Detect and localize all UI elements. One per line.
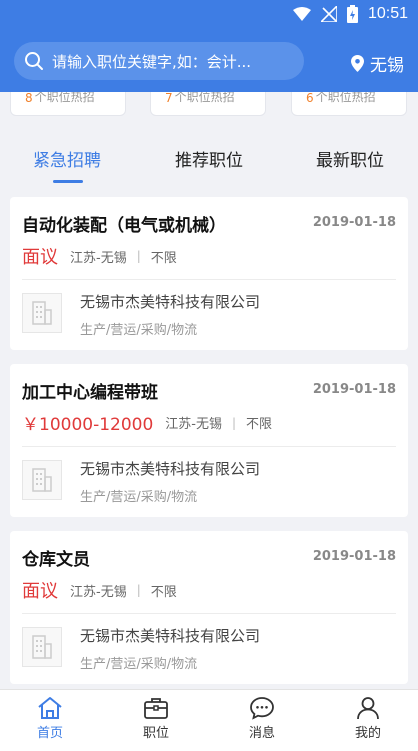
nav-messages[interactable]: 消息 (232, 696, 292, 741)
job-requirement: 不限 (150, 250, 177, 266)
bottom-nav: 首页 职位 消息 我的 (0, 689, 418, 751)
job-title: 加工中心编程带班 (22, 383, 158, 403)
building-icon (32, 301, 52, 325)
job-meta: ￥10000-12000 江苏-无锡 | 不限 (22, 410, 272, 435)
tab-urgent[interactable]: 紧急招聘 (33, 146, 101, 171)
nav-home[interactable]: 首页 (20, 696, 80, 741)
company-industry: 生产/营运/采购/物流 (80, 323, 198, 338)
search-input[interactable]: 请输入职位关键字,如：会计... (14, 42, 304, 80)
search-placeholder: 请输入职位关键字,如：会计... (52, 52, 252, 71)
job-requirement: 不限 (246, 417, 273, 432)
company-logo (22, 460, 62, 500)
company-name: 无锡市杰美特科技有限公司 (80, 627, 261, 645)
job-requirement: 不限 (150, 584, 177, 600)
message-icon (250, 697, 274, 720)
job-tabs: 紧急招聘 推荐职位 最新职位 (0, 132, 418, 186)
job-card[interactable]: 自动化装配（电气或机械） 2019-01-18 面议 江苏-无锡 | 不限 无锡… (10, 197, 408, 350)
tab-indicator (53, 180, 83, 183)
meta-separator: | (232, 415, 237, 430)
hot-card[interactable]: 6 个职位热招 (291, 92, 407, 116)
building-icon (32, 635, 52, 659)
job-meta: 面议 江苏-无锡 | 不限 (22, 577, 177, 603)
wifi-icon (292, 7, 311, 21)
location-city: 无锡 (370, 56, 404, 76)
job-meta: 面议 江苏-无锡 | 不限 (22, 243, 177, 269)
job-title: 仓库文员 (22, 550, 90, 570)
home-icon (38, 697, 62, 719)
search-icon (25, 52, 43, 70)
nav-label: 首页 (36, 726, 63, 741)
job-card[interactable]: 加工中心编程带班 2019-01-18 ￥10000-12000 江苏-无锡 |… (10, 364, 408, 517)
nav-profile[interactable]: 我的 (338, 696, 398, 741)
job-date: 2019-01-18 (312, 215, 396, 230)
nav-label: 消息 (248, 726, 275, 741)
tab-latest[interactable]: 最新职位 (316, 146, 384, 171)
card-divider (22, 613, 396, 614)
company-industry: 生产/营运/采购/物流 (80, 490, 198, 505)
battery-charging-icon (346, 5, 358, 23)
job-location: 江苏-无锡 (70, 250, 127, 266)
job-salary: 面议 (22, 581, 58, 602)
signal-off-icon (320, 6, 337, 22)
nav-label: 职位 (142, 726, 169, 741)
nav-label: 我的 (354, 726, 381, 741)
location-pin-icon (351, 55, 364, 72)
job-salary: ￥10000-12000 (22, 415, 154, 435)
job-date: 2019-01-18 (312, 382, 396, 397)
job-salary: 面议 (22, 247, 58, 268)
status-time: 10:51 (367, 5, 408, 22)
user-icon (357, 697, 379, 720)
job-location: 江苏-无锡 (165, 417, 222, 432)
company-name: 无锡市杰美特科技有限公司 (80, 460, 261, 478)
hot-card[interactable]: 7 个职位热招 (150, 92, 266, 116)
card-divider (22, 279, 396, 280)
briefcase-icon (144, 698, 168, 719)
status-bar: 10:51 (0, 0, 418, 28)
company-logo (22, 293, 62, 333)
job-location: 江苏-无锡 (70, 584, 127, 600)
card-divider (22, 446, 396, 447)
meta-separator: | (136, 249, 141, 263)
job-title: 自动化装配（电气或机械） (22, 216, 226, 236)
app-header: 10:51 请输入职位关键字,如：会计... 无锡 (0, 0, 418, 92)
job-card[interactable]: 仓库文员 2019-01-18 面议 江苏-无锡 | 不限 无锡市杰美特科技有限… (10, 531, 408, 684)
company-logo (22, 627, 62, 667)
hot-card[interactable]: 8 个职位热招 (10, 92, 126, 116)
company-industry: 生产/营运/采购/物流 (80, 657, 198, 672)
company-name: 无锡市杰美特科技有限公司 (80, 293, 261, 311)
tab-recommended[interactable]: 推荐职位 (175, 146, 243, 171)
nav-jobs[interactable]: 职位 (126, 696, 186, 741)
location-selector[interactable]: 无锡 (351, 51, 404, 76)
building-icon (32, 468, 52, 492)
job-date: 2019-01-18 (312, 549, 396, 564)
hot-jobs-strip: 8 个职位热招 7 个职位热招 6 个职位热招 (0, 92, 418, 122)
meta-separator: | (136, 583, 141, 597)
